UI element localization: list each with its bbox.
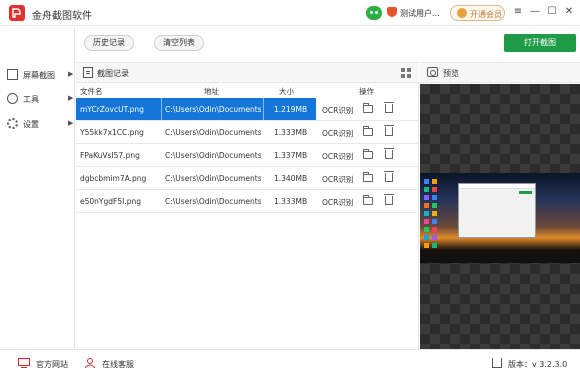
size-cell: 1.337MB [274, 151, 308, 160]
column-header-size: 大小 [279, 87, 294, 96]
online-service-label: 在线客服 [102, 360, 134, 369]
ocr-link[interactable]: OCR识别 [322, 197, 353, 208]
preview-taskbar [420, 257, 580, 263]
list-title: 截图记录 [97, 69, 129, 78]
chevron-right-icon: ▶ [68, 70, 74, 78]
column-header-action: 操作 [359, 87, 374, 96]
open-screenshot-button[interactable]: 打开截图 [504, 34, 576, 52]
sidebar-item-tools[interactable]: 工具 ▶ [4, 90, 74, 108]
column-header-path: 地址 [204, 87, 219, 96]
path-cell: C:\Users\Odin\Documents\... [165, 105, 261, 114]
ocr-link[interactable]: OCR识别 [322, 105, 353, 116]
column-header-filename: 文件名 [80, 87, 103, 96]
desktop-icons [424, 177, 446, 255]
filename-cell: Y55kk7x1CC.png [80, 128, 144, 137]
trash-icon[interactable] [384, 102, 394, 113]
close-button[interactable]: ✕ [562, 5, 576, 19]
table-row[interactable]: dgbcbmim7A.png C:\Users\Odin\Documents\.… [76, 167, 419, 190]
preview-app-window [458, 183, 536, 238]
preview-header: 预览 [420, 63, 580, 83]
grid-view-icon[interactable] [401, 68, 412, 79]
path-cell: C:\Users\Odin\Documents\... [165, 151, 261, 160]
title-bar: 金舟截图软件 测试用户... 开通会员 ≡ — ☐ ✕ [0, 0, 580, 26]
sidebar: 屏幕截图 ▶ 工具 ▶ 设置 ▶ [0, 27, 75, 349]
toolbar: 历史记录 清空列表 打开截图 [76, 27, 580, 59]
chevron-right-icon: ▶ [68, 119, 74, 127]
preview-title: 预览 [443, 69, 459, 78]
clear-list-button[interactable]: 清空列表 [154, 35, 204, 51]
folder-icon[interactable] [363, 172, 373, 182]
trash-icon[interactable] [384, 125, 394, 136]
folder-icon[interactable] [363, 126, 373, 136]
size-cell: 1.219MB [274, 105, 308, 114]
path-cell: C:\Users\Odin\Documents\... [165, 174, 261, 183]
settings-icon [7, 118, 18, 129]
folder-icon[interactable] [363, 195, 373, 205]
table-row[interactable]: mYCrZovcUT.png C:\Users\Odin\Documents\.… [76, 98, 419, 121]
history-button[interactable]: 历史记录 [84, 35, 134, 51]
preview-canvas [420, 84, 580, 350]
trash-icon[interactable] [384, 171, 394, 182]
chevron-right-icon: ▶ [68, 94, 74, 102]
list-header: 截图记录 [76, 63, 419, 83]
path-cell: C:\Users\Odin\Documents\... [165, 128, 261, 137]
path-cell: C:\Users\Odin\Documents\... [165, 197, 261, 206]
size-cell: 1.333MB [274, 128, 308, 137]
size-cell: 1.340MB [274, 174, 308, 183]
preview-image [420, 173, 580, 263]
vip-label: 开通会员 [470, 10, 502, 19]
official-website-label: 官方网站 [36, 360, 68, 369]
vip-button[interactable]: 开通会员 [450, 5, 505, 21]
screenshot-icon [7, 69, 18, 80]
table-row[interactable]: e50nYgdF5I.png C:\Users\Odin\Documents\.… [76, 190, 419, 213]
trash-icon[interactable] [384, 148, 394, 159]
folder-icon[interactable] [363, 149, 373, 159]
menu-button[interactable]: ≡ [511, 5, 525, 19]
preview-panel: 预览 [420, 62, 580, 350]
sidebar-item-label: 屏幕截图 [23, 71, 55, 80]
customer-service-icon [84, 358, 96, 368]
camera-icon [427, 67, 438, 77]
user-avatar-icon[interactable] [387, 7, 397, 17]
filename-cell: mYCrZovcUT.png [80, 105, 144, 114]
sidebar-item-settings[interactable]: 设置 ▶ [4, 115, 74, 133]
monitor-icon [18, 358, 30, 368]
table-row[interactable]: FPaKuVsI57.png C:\Users\Odin\Documents\.… [76, 144, 419, 167]
ocr-link[interactable]: OCR识别 [322, 151, 353, 162]
app-logo-icon [9, 5, 25, 21]
screenshot-list-panel: 截图记录 文件名 地址 大小 操作 mYCrZovcUT.png C:\User… [76, 62, 419, 349]
filename-cell: dgbcbmim7A.png [80, 174, 147, 183]
sidebar-item-label: 工具 [23, 95, 39, 104]
version-label: 版本：v 3.2.3.0 [508, 360, 568, 369]
maximize-button[interactable]: ☐ [545, 5, 559, 19]
footer: 官方网站 在线客服 版本：v 3.2.3.0 [0, 349, 580, 378]
sidebar-item-label: 设置 [23, 120, 39, 129]
app-title: 金舟截图软件 [32, 11, 92, 22]
tools-icon [7, 93, 18, 104]
minimize-button[interactable]: — [528, 5, 542, 19]
ocr-link[interactable]: OCR识别 [322, 128, 353, 139]
document-icon [83, 67, 93, 78]
filename-cell: FPaKuVsI57.png [80, 151, 140, 160]
trash-icon[interactable] [384, 194, 394, 205]
ocr-link[interactable]: OCR识别 [322, 174, 353, 185]
vip-crown-icon [457, 8, 467, 18]
sidebar-item-screenshot[interactable]: 屏幕截图 ▶ [4, 66, 74, 84]
user-name[interactable]: 测试用户... [400, 8, 440, 19]
download-icon [492, 358, 502, 368]
folder-icon[interactable] [363, 103, 373, 113]
table-row[interactable]: Y55kk7x1CC.png C:\Users\Odin\Documents\.… [76, 121, 419, 144]
wechat-icon[interactable] [366, 6, 382, 20]
filename-cell: e50nYgdF5I.png [80, 197, 141, 206]
size-cell: 1.333MB [274, 197, 308, 206]
